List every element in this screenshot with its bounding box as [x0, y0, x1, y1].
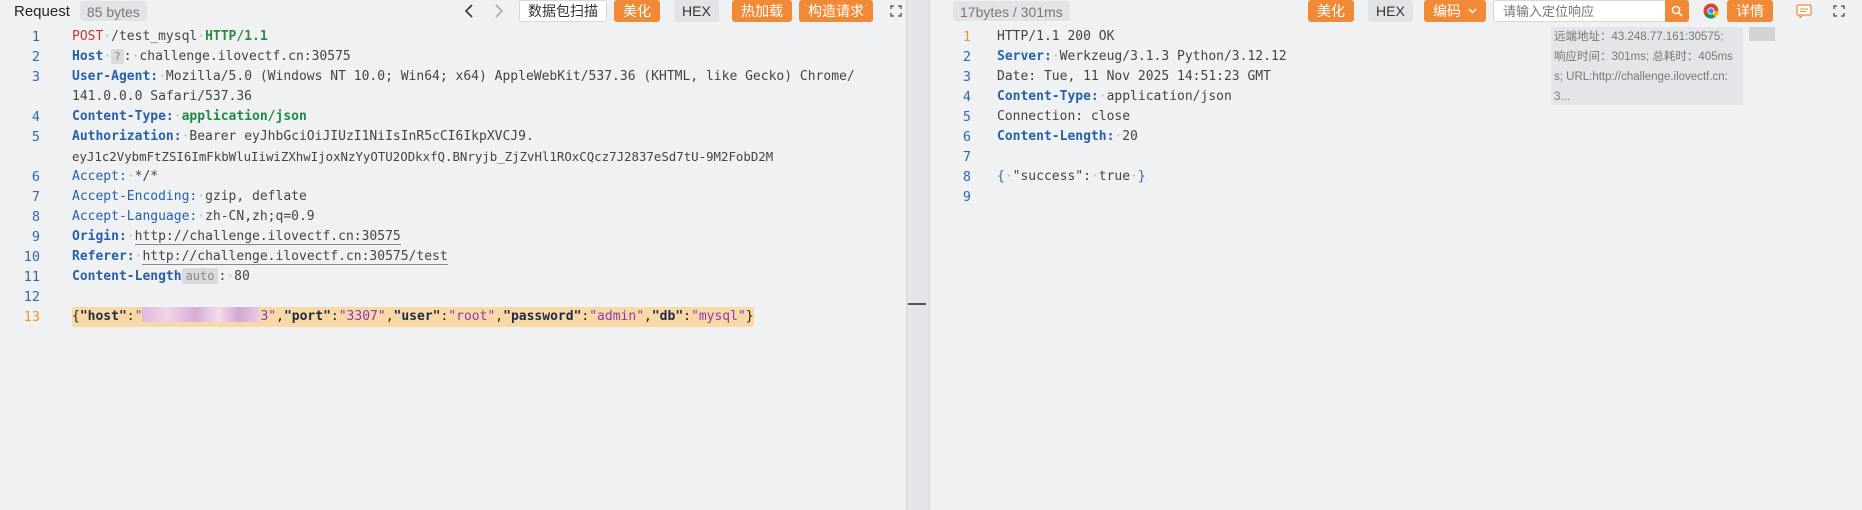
code-line-highlighted: 13 {"host":" 3","port":"3307","user":"root… — [23, 307, 754, 327]
auto-length-chip[interactable]: auto — [181, 268, 219, 284]
code-line: 141.0.0.0 Safari/537.36 — [72, 89, 253, 104]
chevron-down-icon — [1468, 8, 1477, 14]
chevron-left-icon[interactable] — [459, 0, 479, 22]
code-line: 6 Content-Length:·20 — [962, 129, 1138, 145]
request-title: Request — [14, 2, 70, 20]
search-icon[interactable] — [1665, 0, 1689, 22]
code-line: 1 POST·/test_mysql·HTTP/1.1 — [31, 29, 268, 45]
code-line: 6 Accept:·*/* — [31, 169, 159, 185]
code-line: 8 {·"success":·true·} — [962, 169, 1146, 185]
packet-scan-button[interactable]: 数据包扫描 — [519, 0, 607, 22]
code-line: 7 Accept-Encoding:·gzip, deflate — [31, 189, 307, 205]
code-line: 9 — [962, 189, 971, 205]
help-chip[interactable]: ? — [111, 49, 124, 64]
code-line: 7 — [962, 149, 971, 165]
construct-request-button[interactable]: 构造请求 — [799, 0, 873, 22]
chevron-right-icon[interactable] — [489, 0, 509, 22]
response-url: s; URL:http://challenge.ilovectf.cn: — [1554, 71, 1728, 83]
request-editor[interactable]: 1 POST·/test_mysql·HTTP/1.1 2 Host·?:·chal… — [0, 27, 906, 327]
info-more: 3... — [1554, 91, 1570, 103]
code-line: 8 Accept-Language:·zh-CN,zh;q=0.9 — [31, 209, 315, 225]
pane-splitter[interactable] — [906, 0, 930, 510]
code-line: 5 Connection: close — [962, 109, 1131, 125]
request-pane: Request 85 bytes 数据包扫描 美化 HEX 热加载 构造请求 1… — [0, 0, 906, 510]
code-line: 12 — [23, 289, 40, 305]
json-body: {"host":" 3","port":"3307","user":"root",… — [72, 307, 754, 327]
hex-button[interactable]: HEX — [674, 0, 719, 22]
code-line: 10 Referer:·http://challenge.ilovectf.cn:… — [23, 249, 448, 265]
code-line: 11 Content-Length auto:·80 — [23, 268, 250, 285]
chrome-icon[interactable] — [1701, 0, 1721, 22]
comment-icon[interactable] — [1794, 0, 1814, 22]
code-line: 3 User-Agent:·Mozilla/5.0 (Windows NT 10.… — [31, 69, 855, 85]
response-hex-button[interactable]: HEX — [1368, 0, 1413, 22]
referer-link[interactable]: http://challenge.ilovectf.cn:30575/test — [142, 249, 448, 265]
code-line: 2 Host·?:·challenge.ilovectf.cn:30575 — [31, 49, 351, 65]
response-search-input[interactable] — [1493, 0, 1689, 22]
response-beautify-button[interactable]: 美化 — [1308, 0, 1354, 22]
expand-icon[interactable] — [886, 0, 906, 22]
detail-button[interactable]: 详情 — [1727, 0, 1773, 22]
response-timing: 响应时间：301ms; 总耗时：405ms — [1554, 51, 1733, 63]
response-info-panel: 远端地址：43.248.77.161:30575; 响应时间：301ms; 总耗… — [1551, 27, 1743, 105]
minimap-thumb[interactable] — [1749, 27, 1775, 41]
origin-link[interactable]: http://challenge.ilovectf.cn:30575 — [134, 229, 401, 245]
code-line: 4 Content-Type:·application/json — [31, 109, 307, 125]
beautify-button[interactable]: 美化 — [614, 0, 660, 22]
code-line: 5 Authorization:·Bearer eyJhbGciOiJIUzI1N… — [31, 129, 534, 145]
redacted-value — [142, 307, 261, 322]
expand-icon[interactable] — [1829, 0, 1849, 22]
request-size-badge: 85 bytes — [79, 1, 147, 21]
splitter-grip[interactable] — [908, 303, 926, 305]
remote-address: 远端地址：43.248.77.161:30575; — [1554, 31, 1724, 43]
encoding-label: 编码 — [1433, 3, 1461, 19]
code-line: 9 Origin:·http://challenge.ilovectf.cn:30… — [31, 229, 401, 245]
encoding-dropdown[interactable]: 编码 — [1424, 0, 1486, 22]
response-size-time: 17bytes / 301ms — [953, 1, 1070, 21]
code-line: eyJ1c2VybmFtZSI6ImFkbWluIiwiZXhwIjoxNzYy… — [72, 149, 774, 164]
hot-load-button[interactable]: 热加载 — [732, 0, 792, 22]
